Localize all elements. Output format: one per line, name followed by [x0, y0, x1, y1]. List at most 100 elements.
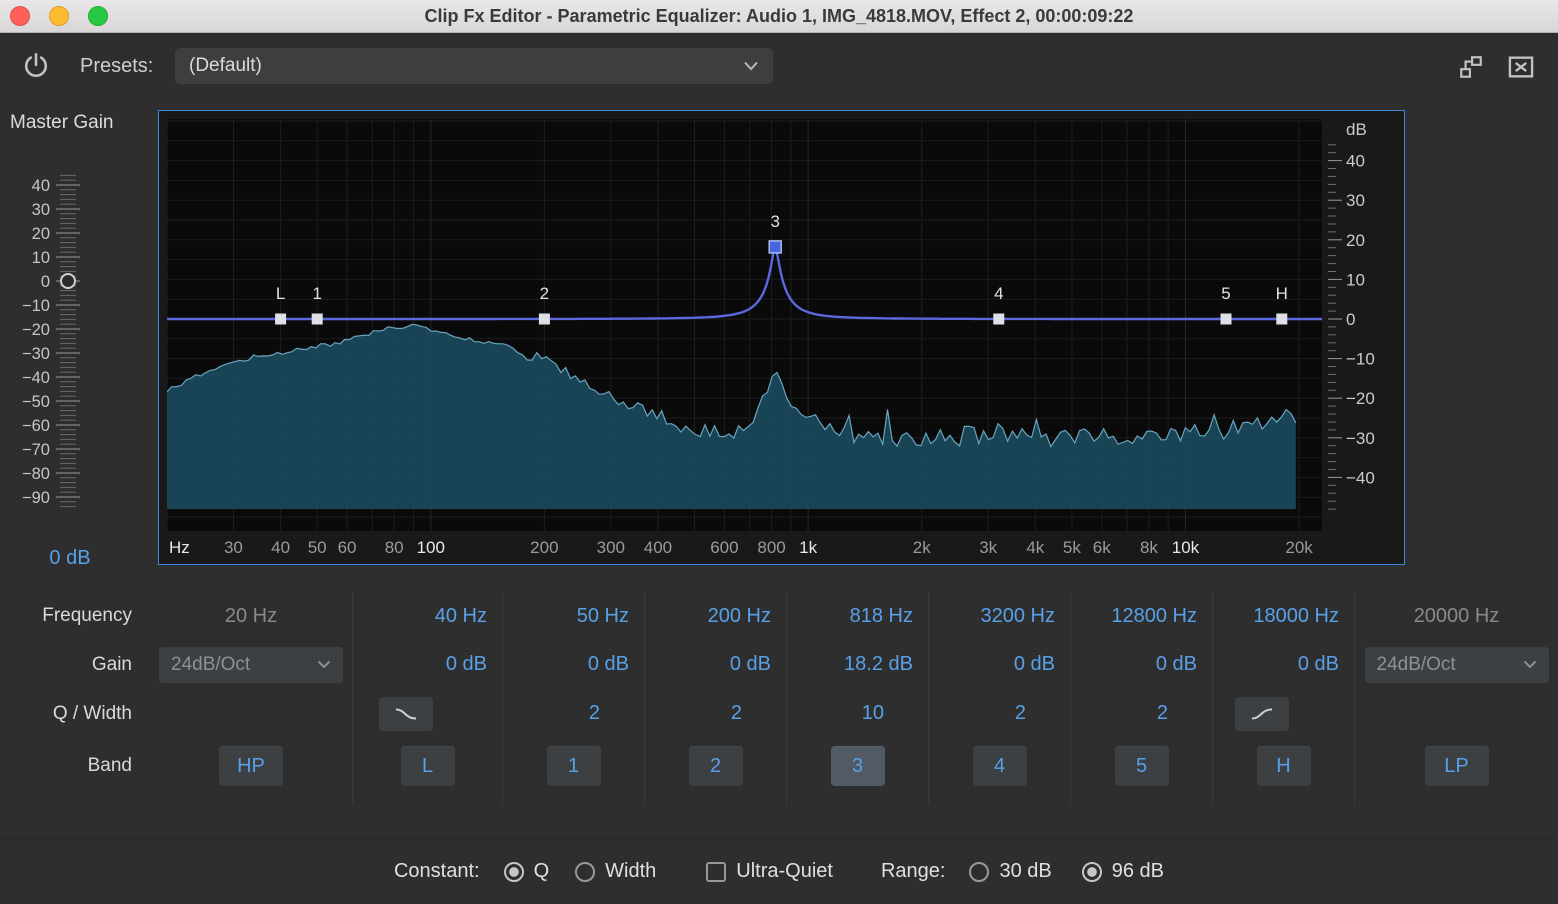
band-l-frequency-value[interactable]: 40 Hz — [435, 605, 487, 628]
x-axis-tick-100: 100 — [416, 538, 445, 557]
band-h-select-button[interactable]: H — [1256, 746, 1311, 786]
window-zoom-button[interactable] — [88, 6, 108, 26]
band-lp-slope-dropdown[interactable]: 24dB/Oct — [1364, 646, 1549, 683]
band-4-select-button[interactable]: 4 — [972, 746, 1027, 786]
band-4-frequency-value[interactable]: 3200 Hz — [981, 605, 1056, 628]
band-column-3: 818 Hz 18.2 dB 10 3 — [786, 592, 928, 804]
band-2-select-button[interactable]: 2 — [688, 746, 743, 786]
toolbar: Presets: (Default) — [0, 32, 1558, 100]
band-3-q-value[interactable]: 10 — [862, 702, 884, 725]
range-96-option[interactable]: 96 dB — [1081, 860, 1164, 883]
window-minimize-button[interactable] — [49, 6, 69, 26]
x-axis-tick-200: 200 — [530, 538, 559, 557]
band-h-gain-value[interactable]: 0 dB — [1298, 653, 1339, 676]
band-columns: 20 Hz 24dB/Oct HP 40 Hz 0 dB L 50 Hz 0 dB 2 1 200 … — [150, 592, 1558, 804]
band-column-l: 40 Hz 0 dB L — [352, 592, 502, 804]
band-1-select-button[interactable]: 1 — [546, 746, 601, 786]
band-h-frequency-value[interactable]: 18000 Hz — [1253, 605, 1339, 628]
chevron-down-icon — [317, 660, 331, 669]
ultra-quiet-option[interactable]: Ultra-Quiet — [706, 860, 833, 883]
band-2-q-value[interactable]: 2 — [731, 702, 742, 725]
constant-width-label: Width — [605, 860, 657, 882]
gain-row-label: Gain — [91, 653, 132, 675]
band-5-frequency-value[interactable]: 12800 Hz — [1111, 605, 1197, 628]
band-parameters-panel: Frequency Gain Q / Width Band 20 Hz 24dB/… — [0, 592, 1558, 804]
band-h-shelf-shape-button[interactable] — [1234, 696, 1289, 731]
parameter-row-labels: Frequency Gain Q / Width Band — [0, 592, 150, 804]
x-axis-tick-3k: 3k — [979, 538, 998, 557]
master-gain-knob[interactable] — [60, 273, 76, 289]
eq-band-handle-3[interactable] — [768, 240, 782, 254]
constant-width-radio[interactable] — [575, 861, 596, 882]
constant-width-option[interactable]: Width — [575, 860, 656, 883]
master-gain-tick-40: 40 — [32, 177, 50, 195]
range-30-radio[interactable] — [969, 861, 990, 882]
y-axis-tick-30: 30 — [1346, 191, 1365, 210]
presets-label: Presets: — [80, 55, 154, 77]
x-axis-tick-600: 600 — [710, 538, 739, 557]
master-gain-slider[interactable]: 40 30 20 10 0 −10 −20 −30 −40 −50 −60 −70 −80 −90 — [0, 164, 110, 514]
band-4-gain-value[interactable]: 0 dB — [1014, 653, 1055, 676]
eq-band-handle-4[interactable] — [993, 313, 1005, 325]
band-column-5: 12800 Hz 0 dB 2 5 — [1070, 592, 1212, 804]
band-1-gain-value[interactable]: 0 dB — [588, 653, 629, 676]
window-close-button[interactable] — [10, 6, 30, 26]
range-30-option[interactable]: 30 dB — [969, 860, 1052, 883]
band-column-4: 3200 Hz 0 dB 2 4 — [928, 592, 1070, 804]
x-axis-tick-8k: 8k — [1139, 538, 1158, 557]
band-l-select-button[interactable]: L — [400, 746, 455, 786]
band-3-select-button[interactable]: 3 — [830, 746, 885, 786]
constant-q-option[interactable]: Q — [503, 860, 550, 883]
constant-q-radio[interactable] — [503, 861, 524, 882]
close-editor-button[interactable] — [1506, 54, 1536, 82]
band-5-select-button[interactable]: 5 — [1114, 746, 1169, 786]
band-row-label: Band — [87, 755, 132, 776]
q-width-row-label: Q / Width — [52, 702, 132, 724]
routing-icon-button[interactable] — [1456, 54, 1486, 82]
band-3-frequency-value[interactable]: 818 Hz — [850, 605, 913, 628]
range-96-radio[interactable] — [1081, 861, 1102, 882]
eq-band-handle-5[interactable] — [1220, 313, 1232, 325]
constant-q-label: Q — [533, 860, 550, 882]
band-4-q-value[interactable]: 2 — [1015, 702, 1026, 725]
eq-band-handle-1[interactable] — [311, 313, 323, 325]
effect-bypass-toggle[interactable] — [22, 52, 50, 80]
band-hp-slope-value: 24dB/Oct — [171, 653, 251, 675]
band-3-gain-value[interactable]: 18.2 dB — [844, 653, 913, 676]
master-gain-tick-0: 0 — [41, 273, 50, 291]
master-gain-tick--70: −70 — [22, 441, 50, 459]
band-hp-slope-dropdown[interactable]: 24dB/Oct — [159, 646, 343, 683]
ultra-quiet-checkbox[interactable] — [706, 861, 727, 882]
band-5-gain-value[interactable]: 0 dB — [1156, 653, 1197, 676]
band-lp-frequency-value: 20000 Hz — [1413, 604, 1500, 627]
eq-band-handle-2[interactable] — [538, 313, 550, 325]
band-hp-select-button[interactable]: HP — [219, 746, 283, 786]
band-lp-select-button[interactable]: LP — [1424, 746, 1489, 786]
y-axis-tick-20: 20 — [1346, 231, 1365, 250]
band-lp-slope-value: 24dB/Oct — [1376, 653, 1456, 675]
power-icon — [24, 53, 48, 78]
eq-band-handle-L[interactable] — [275, 313, 287, 325]
x-axis-tick-5k: 5k — [1062, 538, 1081, 557]
band-1-frequency-value[interactable]: 50 Hz — [577, 605, 629, 628]
band-l-gain-value[interactable]: 0 dB — [446, 653, 487, 676]
x-axis-tick-80: 80 — [384, 538, 404, 557]
master-gain-value[interactable]: 0 dB — [0, 547, 140, 570]
x-axis-tick-300: 300 — [596, 538, 625, 557]
x-axis-tick-60: 60 — [337, 538, 357, 557]
band-l-shelf-shape-button[interactable] — [378, 696, 433, 731]
y-axis-unit-label: dB — [1346, 120, 1367, 139]
band-5-q-value[interactable]: 2 — [1157, 702, 1168, 725]
band-2-frequency-value[interactable]: 200 Hz — [708, 605, 771, 628]
x-axis-tick-6k: 6k — [1092, 538, 1111, 557]
eq-band-handle-H[interactable] — [1276, 313, 1288, 325]
clip-fx-editor-window: Clip Fx Editor - Parametric Equalizer: A… — [0, 0, 1558, 904]
x-axis-tick-20k: 20k — [1285, 538, 1313, 557]
band-hp-frequency-value: 20 Hz — [224, 604, 278, 627]
band-column-hp: 20 Hz 24dB/Oct HP — [150, 592, 352, 804]
band-1-q-value[interactable]: 2 — [589, 702, 600, 725]
presets-dropdown[interactable]: (Default) — [175, 48, 773, 84]
eq-plot[interactable]: L 1 2 3 4 5 H — [167, 119, 1322, 531]
band-2-gain-value[interactable]: 0 dB — [730, 653, 771, 676]
eq-band-label-L: L — [276, 284, 285, 303]
